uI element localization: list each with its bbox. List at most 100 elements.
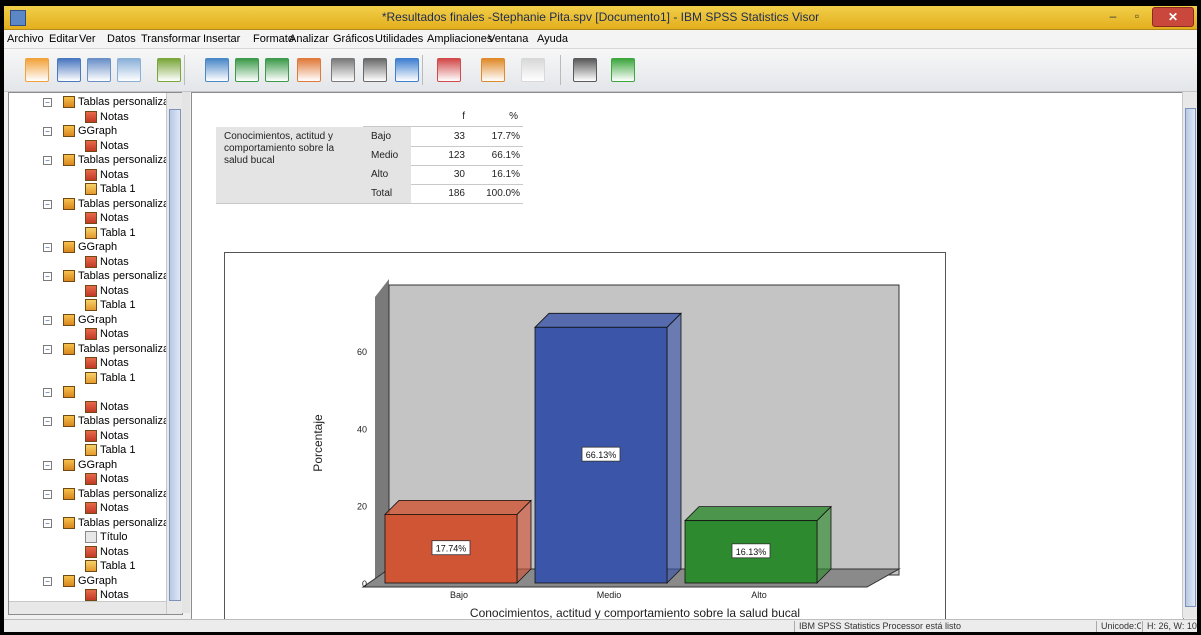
outline-tree-pane[interactable]: − Tablas personaliza Notas − GGraph Notas − Tab… xyxy=(8,92,183,615)
tree-item[interactable]: Notas xyxy=(9,284,166,297)
tree-item[interactable]: Notas xyxy=(9,473,166,485)
tree-item[interactable]: Notas xyxy=(9,212,166,224)
menu-grficos[interactable]: Gráficos xyxy=(333,33,374,45)
chart-container[interactable]: 0 20 40 60 Porcentaje 17.74% Bajo 66.13% Medio 16… xyxy=(224,252,946,619)
status-dimensions: H: 26, W: 1067 pt xyxy=(1142,621,1197,632)
menu-analizar[interactable]: Analizar xyxy=(289,33,329,45)
menu-archivo[interactable]: Archivo xyxy=(7,33,44,45)
tree-item[interactable]: − GGraph xyxy=(9,313,166,326)
tree-item[interactable]: Notas xyxy=(9,545,166,558)
tree-item[interactable]: Notas xyxy=(9,139,166,152)
menu-datos[interactable]: Datos xyxy=(107,33,136,45)
collapse-toggle-icon[interactable]: − xyxy=(43,344,52,354)
tree-item[interactable]: Tabla 1 xyxy=(9,444,166,456)
percent-cell: 66.1% xyxy=(491,150,520,161)
tree-item[interactable]: − GGraph xyxy=(9,241,166,253)
tree-item[interactable]: Tabla 1 xyxy=(9,226,166,239)
collapse-toggle-icon[interactable]: − xyxy=(43,156,52,165)
collapse-toggle-icon[interactable]: − xyxy=(43,315,52,325)
collapse-toggle-icon[interactable]: − xyxy=(43,98,52,107)
menu-insertar[interactable]: Insertar xyxy=(203,33,240,45)
tree-item[interactable]: − GGraph xyxy=(9,125,166,137)
tree-item[interactable]: − Tablas personalizac xyxy=(9,154,175,166)
tree-item[interactable]: Tabla 1 xyxy=(9,371,166,384)
collapse-toggle-icon[interactable]: − xyxy=(43,388,52,397)
save-icon[interactable] xyxy=(54,55,82,83)
tree-item[interactable]: − Tablas personalizac xyxy=(9,516,175,529)
minimize-button[interactable]: – xyxy=(1102,7,1124,25)
menu-editar[interactable]: Editar xyxy=(49,33,78,45)
output-folder-icon xyxy=(63,125,75,137)
tree-item[interactable]: − Tablas personalizac xyxy=(9,415,175,427)
collapse-toggle-icon[interactable]: − xyxy=(43,489,52,499)
select-last-output-icon[interactable] xyxy=(478,55,506,83)
tree-item[interactable]: Tabla 1 xyxy=(9,560,166,572)
collapse-toggle-icon[interactable]: − xyxy=(43,518,52,528)
collapse-toggle-icon[interactable]: − xyxy=(43,127,52,136)
undo-icon[interactable] xyxy=(232,55,260,83)
tree-item[interactable]: Notas xyxy=(9,328,166,340)
designate-window-icon[interactable] xyxy=(518,55,546,83)
pane-splitter[interactable] xyxy=(182,92,190,613)
menu-ampliaciones[interactable]: Ampliaciones xyxy=(427,33,492,45)
collapse-toggle-icon[interactable]: − xyxy=(43,417,52,426)
menu-ver[interactable]: Ver xyxy=(79,33,96,45)
collapse-toggle-icon[interactable]: − xyxy=(43,576,52,586)
tree-item[interactable]: Notas xyxy=(9,255,166,268)
tree-item[interactable]: − Tablas personaliza xyxy=(9,96,169,108)
menu-formato[interactable]: Formato xyxy=(253,33,294,45)
tree-item-label: GGraph xyxy=(78,313,118,326)
close-button[interactable]: ✕ xyxy=(1152,7,1194,27)
goto-variable-icon[interactable] xyxy=(360,55,388,83)
variables-icon[interactable] xyxy=(392,55,420,83)
export-icon[interactable] xyxy=(154,55,182,83)
tree-item[interactable]: Notas xyxy=(9,357,166,369)
tree-item[interactable]: − xyxy=(9,386,166,398)
tree-item[interactable]: − Tablas personalizac xyxy=(9,342,175,355)
title-bar[interactable]: *Resultados finales -Stephanie Pita.spv … xyxy=(4,6,1197,30)
collapse-toggle-icon[interactable]: − xyxy=(43,460,52,470)
tree-vertical-scrollbar[interactable] xyxy=(166,93,182,614)
tree-item[interactable]: Notas xyxy=(9,589,166,601)
goto-data-icon[interactable] xyxy=(294,55,322,83)
collapse-toggle-icon[interactable]: − xyxy=(43,199,52,209)
tree-item[interactable]: Tabla 1 xyxy=(9,183,166,195)
toolbar-separator xyxy=(560,55,561,85)
print-preview-icon[interactable] xyxy=(114,55,142,83)
tree-item[interactable]: − Tablas personalizac xyxy=(9,197,175,210)
menu-ventana[interactable]: Ventana xyxy=(488,33,528,45)
notes-icon xyxy=(85,328,97,340)
create-title-icon[interactable] xyxy=(570,55,598,83)
tree-item[interactable]: − Tablas personalizac xyxy=(9,487,175,500)
content-scroll-thumb[interactable] xyxy=(1185,108,1196,607)
tree-item[interactable]: Notas xyxy=(9,502,166,514)
tree-item-label: Tablas personalizac xyxy=(78,415,175,427)
open-icon[interactable] xyxy=(22,55,50,83)
menu-ayuda[interactable]: Ayuda xyxy=(537,33,568,45)
tree-item[interactable]: − Tablas personalizac xyxy=(9,270,175,282)
collapse-toggle-icon[interactable]: − xyxy=(43,243,52,252)
tree-item[interactable]: − GGraph xyxy=(9,458,166,471)
tree-item[interactable]: Notas xyxy=(9,400,166,413)
tree-scroll-thumb[interactable] xyxy=(169,109,181,601)
tree-item[interactable]: Título xyxy=(9,531,166,543)
output-content-pane[interactable]: f % Conocimientos, actitud y comportamie… xyxy=(191,92,1184,620)
goto-case-icon[interactable] xyxy=(328,55,356,83)
maximize-button[interactable]: ▫ xyxy=(1126,7,1148,25)
menu-transformar[interactable]: Transformar xyxy=(141,33,201,45)
redo-icon[interactable] xyxy=(262,55,290,83)
tree-horizontal-scrollbar[interactable] xyxy=(9,601,166,614)
tree-item[interactable]: Notas xyxy=(9,429,166,442)
insert-chart-icon[interactable] xyxy=(608,55,636,83)
menu-utilidades[interactable]: Utilidades xyxy=(375,33,423,45)
tree-item[interactable]: Notas xyxy=(9,168,166,181)
show-all-icon[interactable] xyxy=(434,55,462,83)
print-icon[interactable] xyxy=(84,55,112,83)
frequency-table[interactable]: f % Conocimientos, actitud y comportamie… xyxy=(216,107,523,207)
tree-item[interactable]: Notas xyxy=(9,110,166,123)
tree-item[interactable]: − GGraph xyxy=(9,574,166,587)
collapse-toggle-icon[interactable]: − xyxy=(43,272,52,281)
content-vertical-scrollbar[interactable] xyxy=(1182,92,1197,618)
recall-dialog-icon[interactable] xyxy=(202,55,230,83)
tree-item[interactable]: Tabla 1 xyxy=(9,299,166,311)
